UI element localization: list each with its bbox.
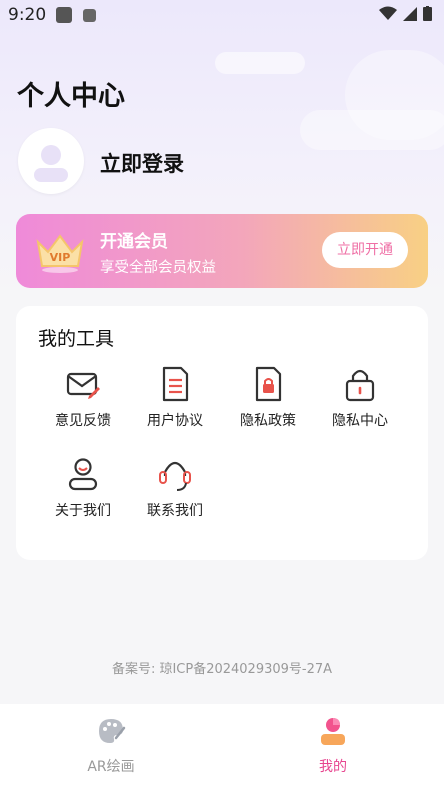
vip-crown-icon: VIP: [36, 234, 84, 273]
tool-feedback[interactable]: 意见反馈: [37, 364, 129, 430]
status-time: 9:20: [8, 5, 47, 25]
tool-privacy-center[interactable]: 隐私中心: [314, 364, 406, 430]
tool-label: 隐私中心: [332, 413, 388, 429]
tool-label: 用户协议: [147, 413, 203, 429]
open-vip-button[interactable]: 立即开通: [322, 232, 408, 268]
mail-edit-icon: [66, 372, 100, 399]
status-bar: 9:20: [0, 0, 444, 32]
file-lock-icon: [255, 366, 282, 402]
signal-icon: [403, 6, 417, 21]
tool-contact-us[interactable]: 联系我们: [129, 454, 221, 520]
vip-badge-text: VIP: [50, 251, 71, 264]
bottom-tab-bar: AR绘画 我的: [0, 704, 444, 789]
page-title: 个人中心: [17, 81, 125, 112]
vip-subtitle: 享受全部会员权益: [100, 260, 216, 276]
user-icon: [68, 458, 98, 491]
palette-icon: [99, 719, 126, 743]
tool-label: 联系我们: [147, 503, 203, 519]
tool-user-agreement[interactable]: 用户协议: [129, 364, 221, 430]
keyboard-icon: [83, 9, 96, 22]
cloud-decoration: [215, 52, 305, 74]
avatar[interactable]: [18, 128, 84, 194]
tab-label: 我的: [319, 759, 347, 775]
tools-card: 我的工具 意见反馈 用户协议 隐私政策 隐私中心 关于我们 联系我们: [16, 306, 428, 560]
cloud-decoration: [300, 110, 444, 150]
tab-label: AR绘画: [87, 759, 135, 775]
wifi-icon: [379, 6, 397, 20]
tool-privacy-policy[interactable]: 隐私政策: [222, 364, 314, 430]
lock-icon: [345, 369, 375, 402]
tab-ar-drawing[interactable]: AR绘画: [41, 716, 181, 776]
notification-icon: [56, 7, 72, 23]
vip-title: 开通会员: [100, 232, 168, 252]
headset-icon: [159, 461, 191, 491]
icp-record: 备案号: 琼ICP备2024029309号-27A: [111, 662, 333, 677]
tools-title: 我的工具: [38, 328, 115, 350]
battery-icon: [423, 6, 432, 21]
tab-mine[interactable]: 我的: [263, 716, 403, 776]
tool-label: 意见反馈: [55, 413, 111, 429]
vip-banner[interactable]: VIP 开通会员 享受全部会员权益 立即开通: [16, 214, 428, 288]
tool-label: 关于我们: [55, 503, 111, 519]
document-icon: [162, 366, 189, 402]
login-link[interactable]: 立即登录: [100, 148, 184, 178]
profile-icon: [321, 718, 345, 745]
default-avatar-icon: [34, 145, 68, 182]
tool-label: 隐私政策: [240, 413, 296, 429]
tool-about-us[interactable]: 关于我们: [37, 454, 129, 520]
